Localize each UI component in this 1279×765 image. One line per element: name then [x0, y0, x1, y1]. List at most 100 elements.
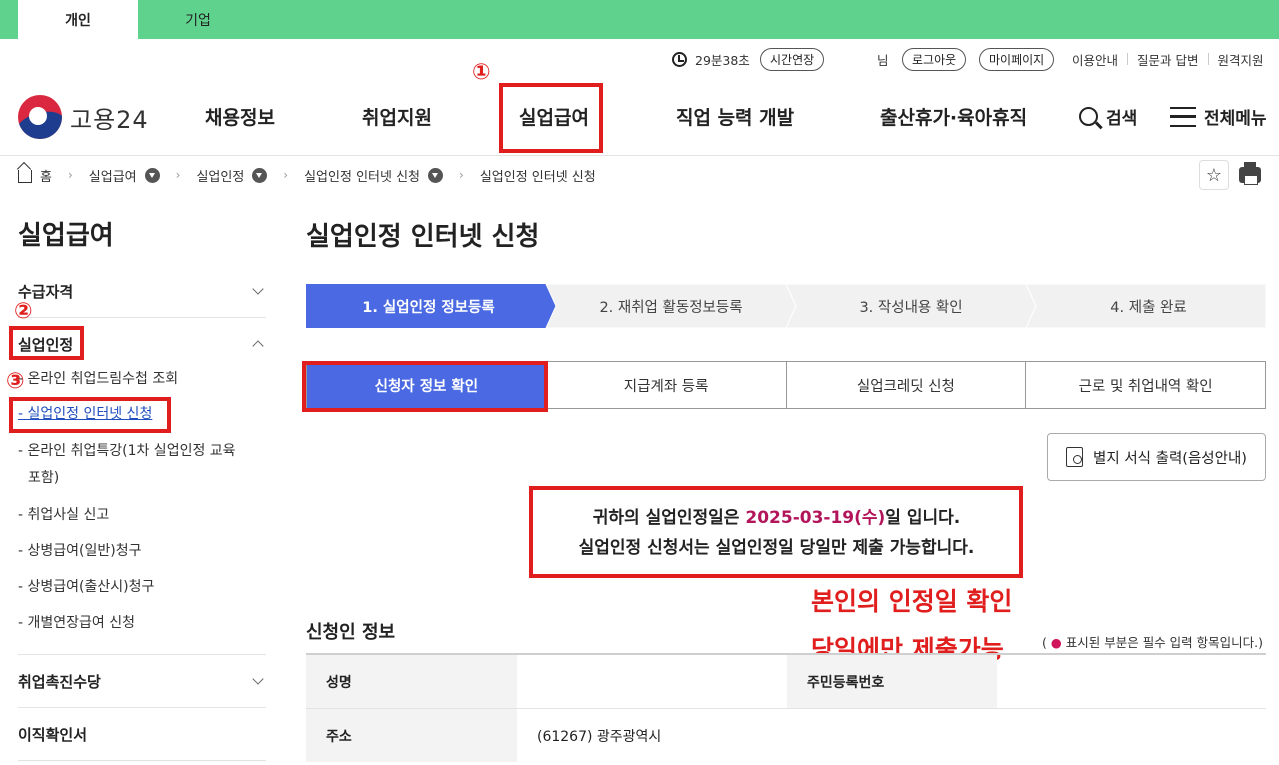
gnb-parental-leave[interactable]: 출산휴가·육아휴직 — [880, 103, 1027, 130]
chevron-right-icon: › — [175, 168, 181, 182]
sidebar-item-extension-benefit[interactable]: - 개별연장급여 신청 — [18, 610, 266, 636]
mypage-button[interactable]: 마이페이지 — [979, 47, 1055, 71]
rrn-value — [997, 655, 1266, 708]
annotation-box-gnb — [499, 83, 603, 153]
divider — [18, 654, 266, 655]
breadcrumb-item[interactable]: 실업인정 인터넷 신청 — [304, 166, 420, 185]
print-form-button[interactable]: 별지 서식 출력(음성안내) — [1047, 433, 1266, 481]
breadcrumb-item[interactable]: 실업급여 — [89, 166, 137, 185]
breadcrumb-item[interactable]: 실업인정 — [196, 166, 244, 185]
print-button[interactable] — [1235, 160, 1265, 190]
document-search-icon — [1066, 447, 1084, 467]
link-remote-support[interactable]: 원격지원 — [1218, 50, 1264, 69]
clock-icon — [672, 51, 687, 67]
step-2: 2. 재취업 활동정보등록 — [599, 299, 743, 316]
tab-work-history[interactable]: 근로 및 취업내역 확인 — [1025, 362, 1265, 408]
chevron-right-icon: › — [459, 168, 464, 182]
address-label: 주소 — [306, 709, 517, 762]
dropdown-icon[interactable] — [428, 167, 443, 183]
sidebar-item-online-handbook[interactable]: - 온라인 취업드림수첩 조회 — [18, 366, 266, 392]
sidebar-item-sickness-childbirth[interactable]: - 상병급여(출산시)청구 — [18, 574, 266, 600]
sidebar-section-label: 이직확인서 — [18, 726, 88, 744]
rrn-label: 주민등록번호 — [787, 655, 997, 708]
breadcrumb-home[interactable]: 홈 — [40, 166, 52, 185]
chevron-right-icon: › — [67, 168, 73, 182]
chevron-up-icon — [252, 340, 264, 352]
required-dot-icon: ● — [1050, 635, 1062, 650]
annotation-box-applicant-tab — [302, 361, 548, 412]
logout-button[interactable]: 로그아웃 — [902, 47, 967, 71]
link-guide[interactable]: 이용안내 — [1072, 50, 1118, 69]
site-type-bar: 개인 기업 — [0, 0, 1279, 39]
sidebar-section-reemployment[interactable]: 취업촉진수당 — [18, 671, 266, 692]
gnb-recruit[interactable]: 채용정보 — [205, 103, 275, 130]
sidebar-item-employment-report[interactable]: - 취업사실 신고 — [18, 502, 266, 528]
required-note-text: ( — [1042, 635, 1051, 650]
printer-icon — [1239, 162, 1261, 185]
utility-links: 이용안내 질문과 답변 원격지원 — [1072, 47, 1264, 71]
annotation-text-1: 본인의 인정일 확인 — [811, 587, 1013, 616]
gnb-employment-support[interactable]: 취업지원 — [362, 103, 432, 130]
name-value — [517, 655, 787, 708]
star-icon: ☆ — [1205, 164, 1223, 186]
tab-unemployment-credit[interactable]: 실업크레딧 신청 — [785, 362, 1026, 408]
search-label: 검색 — [1106, 109, 1138, 129]
sidebar-title: 실업급여 — [18, 221, 114, 251]
dropdown-icon[interactable] — [252, 167, 268, 183]
required-note-text: 표시된 부분은 필수 입력 항목입니다.) — [1061, 635, 1263, 650]
tab-personal[interactable]: 개인 — [18, 0, 138, 39]
header-divider — [0, 155, 1279, 156]
logo-text: 고용24 — [70, 105, 149, 134]
annotation-number-1: ① — [472, 60, 491, 85]
address-value: (61267) 광주광역시 — [537, 728, 662, 745]
user-suffix: 님 — [877, 52, 889, 68]
extend-time-button[interactable]: 시간연장 — [760, 47, 825, 71]
tab-payment-account[interactable]: 지급계좌 등록 — [545, 362, 786, 408]
link-qna[interactable]: 질문과 답변 — [1137, 50, 1198, 69]
annotation-number-3: ③ — [6, 369, 25, 394]
page-title: 실업인정 인터넷 신청 — [306, 222, 540, 252]
step-1: 1. 실업인정 정보등록 — [362, 299, 495, 316]
all-menu-button[interactable]: 전체메뉴 — [1170, 104, 1267, 129]
gnb-vocational-training[interactable]: 직업 능력 개발 — [676, 103, 794, 130]
step-4: 4. 제출 완료 — [1110, 299, 1187, 316]
divider — [18, 317, 266, 318]
sidebar-item-online-lecture[interactable]: - 온라인 취업특강(1차 실업인정 교육 — [18, 438, 266, 464]
timer-text: 29분38초 — [695, 52, 750, 68]
annotation-number-2: ② — [14, 299, 33, 324]
sidebar-section-eligibility[interactable]: 수급자격 — [18, 281, 266, 302]
sidebar-section-separation-confirm[interactable]: 이직확인서 — [18, 724, 266, 745]
chevron-down-icon — [252, 283, 264, 295]
search-button[interactable]: 검색 — [1079, 104, 1137, 129]
divider — [18, 760, 266, 761]
section-title-applicant: 신청인 정보 — [306, 622, 396, 643]
step-3: 3. 작성내용 확인 — [859, 299, 963, 316]
chevron-down-icon — [252, 673, 264, 685]
annotation-box-internet-application — [9, 397, 171, 433]
breadcrumb-current: 실업인정 인터넷 신청 — [479, 169, 596, 185]
sidebar-item-sickness-general[interactable]: - 상병급여(일반)청구 — [18, 538, 266, 564]
sidebar-section-label: 취업촉진수당 — [18, 673, 101, 691]
tab-business[interactable]: 기업 — [138, 0, 258, 39]
divider — [1207, 53, 1209, 65]
print-form-label: 별지 서식 출력(음성안내) — [1093, 450, 1247, 467]
search-icon — [1079, 107, 1098, 126]
annotation-box-certification — [9, 326, 84, 360]
chevron-right-icon: › — [283, 168, 289, 182]
sidebar-item-online-lecture-cont[interactable]: 포함) — [28, 465, 276, 491]
home-icon[interactable] — [18, 170, 32, 183]
divider — [18, 707, 266, 708]
name-label: 성명 — [306, 655, 517, 708]
taegeuk-logo-icon — [18, 95, 62, 139]
divider — [1127, 53, 1129, 65]
all-menu-label: 전체메뉴 — [1204, 109, 1267, 129]
annotation-box-notice — [529, 486, 1023, 578]
breadcrumb: 홈 › 실업급여 › 실업인정 › 실업인정 인터넷 신청 › 실업인정 인터넷… — [18, 164, 596, 186]
hamburger-icon — [1170, 106, 1196, 127]
site-logo[interactable]: 고용24 — [18, 95, 149, 139]
session-timer: 29분38초 — [672, 47, 750, 71]
required-note: ( ● 표시된 부분은 필수 입력 항목입니다.) — [1042, 632, 1263, 651]
progress-steps: 1. 실업인정 정보등록 2. 재취업 활동정보등록 3. 작성내용 확인 4.… — [306, 284, 1266, 328]
favorite-button[interactable]: ☆ — [1199, 160, 1229, 190]
dropdown-icon[interactable] — [144, 167, 160, 183]
